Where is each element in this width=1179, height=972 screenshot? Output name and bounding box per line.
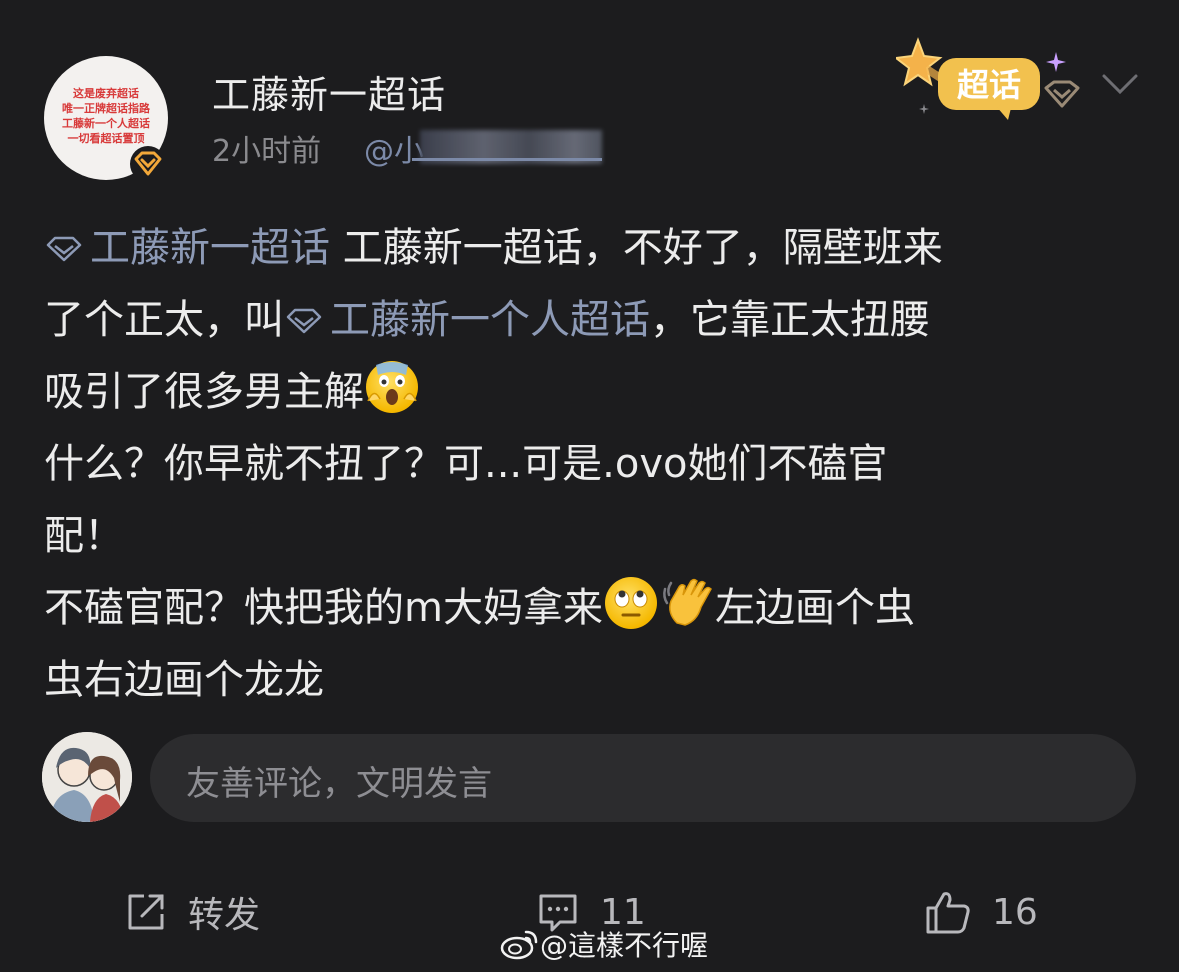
eye-roll-emoji-icon bbox=[604, 577, 657, 629]
share-icon bbox=[128, 894, 164, 930]
post-author-title[interactable]: 工藤新一超话 bbox=[212, 64, 446, 119]
repost-button[interactable]: 转发 bbox=[124, 884, 260, 940]
weibo-watermark: @這樣不行喔 bbox=[500, 924, 708, 964]
post-line: 工藤新一超话 工藤新一超话，不好了，隔壁班来 bbox=[44, 212, 1144, 284]
supertopic-link[interactable]: 工藤新一个人超话 bbox=[284, 297, 650, 343]
repost-label: 转发 bbox=[188, 895, 261, 936]
author-mention-link[interactable]: @小 bbox=[364, 126, 424, 170]
supertopic-diamond-icon bbox=[46, 236, 82, 262]
thumbs-up-icon bbox=[926, 892, 970, 934]
post-body: 工藤新一超话 工藤新一超话，不好了，隔壁班来 了个正太，叫 工藤新一个人超话，它靠… bbox=[44, 212, 1144, 716]
avatar-line: 工藤新一个人超话 bbox=[62, 117, 150, 130]
post-text: 工藤新一超话，不好了，隔壁班来 bbox=[330, 225, 943, 271]
chevron-down-icon[interactable] bbox=[1100, 70, 1140, 98]
avatar-line: 这是废弃超话 bbox=[73, 87, 139, 100]
avatar-caption: 这是废弃超话 唯一正牌超话指路 工藤新一个人超话 一切看超话置顶 bbox=[50, 86, 162, 146]
supertopic-badge[interactable]: 超话 bbox=[893, 36, 1086, 126]
weibo-post-card: 这是废弃超话 唯一正牌超话指路 工藤新一个人超话 一切看超话置顶 工藤新一超话 … bbox=[0, 0, 1179, 972]
post-line: 配！ bbox=[44, 513, 124, 559]
comment-placeholder: 友善评论，文明发言 bbox=[186, 764, 492, 804]
post-text: 不磕官配？快把我的m大妈拿来 bbox=[44, 585, 603, 631]
current-user-avatar[interactable] bbox=[42, 732, 132, 822]
post-text: 左边画个虫 bbox=[714, 585, 915, 631]
waving-hand-emoji-icon bbox=[661, 577, 713, 629]
supertopic-diamond-icon bbox=[286, 308, 322, 334]
post-line: 了个正太，叫 工藤新一个人超话，它靠正太扭腰 bbox=[44, 284, 1144, 356]
supertopic-link[interactable]: 工藤新一超话 bbox=[44, 225, 330, 271]
like-button[interactable]: 16 bbox=[924, 884, 1038, 940]
mention-underline bbox=[412, 158, 602, 161]
weibo-logo-icon bbox=[500, 930, 538, 960]
post-text: 吸引了很多男主解 bbox=[44, 369, 364, 415]
supertopic-badge-label: 超话 bbox=[957, 66, 1021, 104]
avatar-line: 唯一正牌超话指路 bbox=[62, 102, 150, 115]
post-line: 吸引了很多男主解 bbox=[44, 356, 1144, 428]
supertopic-link-text: 工藤新一个人超话 bbox=[330, 297, 650, 343]
post-text: 了个正太，叫 bbox=[44, 297, 284, 343]
post-text: ，它靠正太扭腰 bbox=[650, 297, 930, 343]
post-line: 不磕官配？快把我的m大妈拿来 左边画个虫 bbox=[44, 572, 1144, 644]
post-time: 2小时前 bbox=[212, 134, 322, 169]
scream-emoji-icon bbox=[366, 361, 418, 413]
supertopic-badge-icon bbox=[130, 146, 166, 182]
like-count: 16 bbox=[992, 891, 1038, 933]
post-line: 什么？你早就不扭了？可...可是.ovo她们不磕官 bbox=[44, 441, 888, 487]
avatar-line: 一切看超话置顶 bbox=[67, 132, 145, 145]
supertopic-link-text: 工藤新一超话 bbox=[90, 225, 330, 271]
watermark-text: @這樣不行喔 bbox=[540, 929, 709, 962]
comment-input[interactable]: 友善评论，文明发言 bbox=[150, 734, 1136, 822]
author-avatar[interactable]: 这是废弃超话 唯一正牌超话指路 工藤新一个人超话 一切看超话置顶 bbox=[44, 56, 168, 182]
post-line: 虫右边画个龙龙 bbox=[44, 657, 324, 703]
